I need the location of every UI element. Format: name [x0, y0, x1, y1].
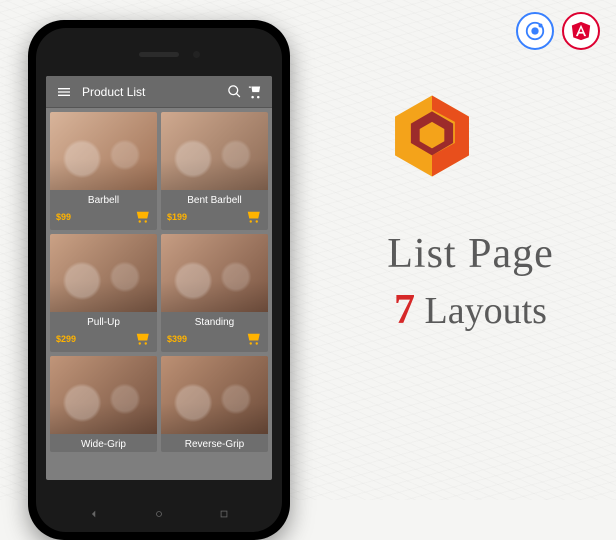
product-thumb [161, 112, 268, 190]
promo-line2-rest: Layouts [415, 290, 547, 332]
add-to-cart-button[interactable] [244, 332, 262, 346]
search-icon[interactable] [224, 82, 244, 102]
promo-headline: List Page 7 Layouts [345, 230, 596, 334]
product-card[interactable]: Wide-Grip [50, 356, 157, 452]
hex-logo-icon [388, 92, 476, 180]
recent-icon[interactable] [219, 506, 229, 516]
product-price: $299 [56, 334, 76, 344]
product-thumb [161, 234, 268, 312]
product-thumb [50, 356, 157, 434]
product-grid: Barbell $99 Bent Barbell $199 [46, 108, 272, 456]
framework-badges [516, 12, 600, 50]
cart-icon[interactable] [244, 82, 264, 102]
promo-line1: List Page [345, 230, 596, 278]
promo-line2: 7 Layouts [345, 286, 596, 334]
product-price: $199 [167, 212, 187, 222]
app-screen: Product List Barbell $99 [46, 76, 272, 480]
back-icon[interactable] [89, 506, 99, 516]
product-card[interactable]: Standing $399 [161, 234, 268, 352]
add-to-cart-button[interactable] [244, 210, 262, 224]
angular-icon [562, 12, 600, 50]
product-card[interactable]: Bent Barbell $199 [161, 112, 268, 230]
add-to-cart-button[interactable] [133, 332, 151, 346]
product-thumb [50, 112, 157, 190]
product-card[interactable]: Reverse-Grip [161, 356, 268, 452]
product-thumb [50, 234, 157, 312]
product-name: Standing [161, 312, 268, 330]
home-icon[interactable] [154, 506, 164, 516]
menu-icon[interactable] [54, 82, 74, 102]
product-name: Wide-Grip [50, 434, 157, 452]
product-card[interactable]: Pull-Up $299 [50, 234, 157, 352]
add-to-cart-button[interactable] [133, 210, 151, 224]
promo-count: 7 [394, 287, 415, 333]
product-name: Barbell [50, 190, 157, 208]
page-title: Product List [82, 85, 224, 99]
app-header: Product List [46, 76, 272, 108]
product-price: $399 [167, 334, 187, 344]
android-nav-bar [36, 506, 282, 516]
ionic-icon [516, 12, 554, 50]
phone-camera [193, 51, 200, 58]
product-price: $99 [56, 212, 71, 222]
phone-mockup: Product List Barbell $99 [28, 20, 290, 540]
product-thumb [161, 356, 268, 434]
product-card[interactable]: Barbell $99 [50, 112, 157, 230]
product-name: Reverse-Grip [161, 434, 268, 452]
phone-speaker [139, 52, 179, 57]
product-name: Pull-Up [50, 312, 157, 330]
product-name: Bent Barbell [161, 190, 268, 208]
